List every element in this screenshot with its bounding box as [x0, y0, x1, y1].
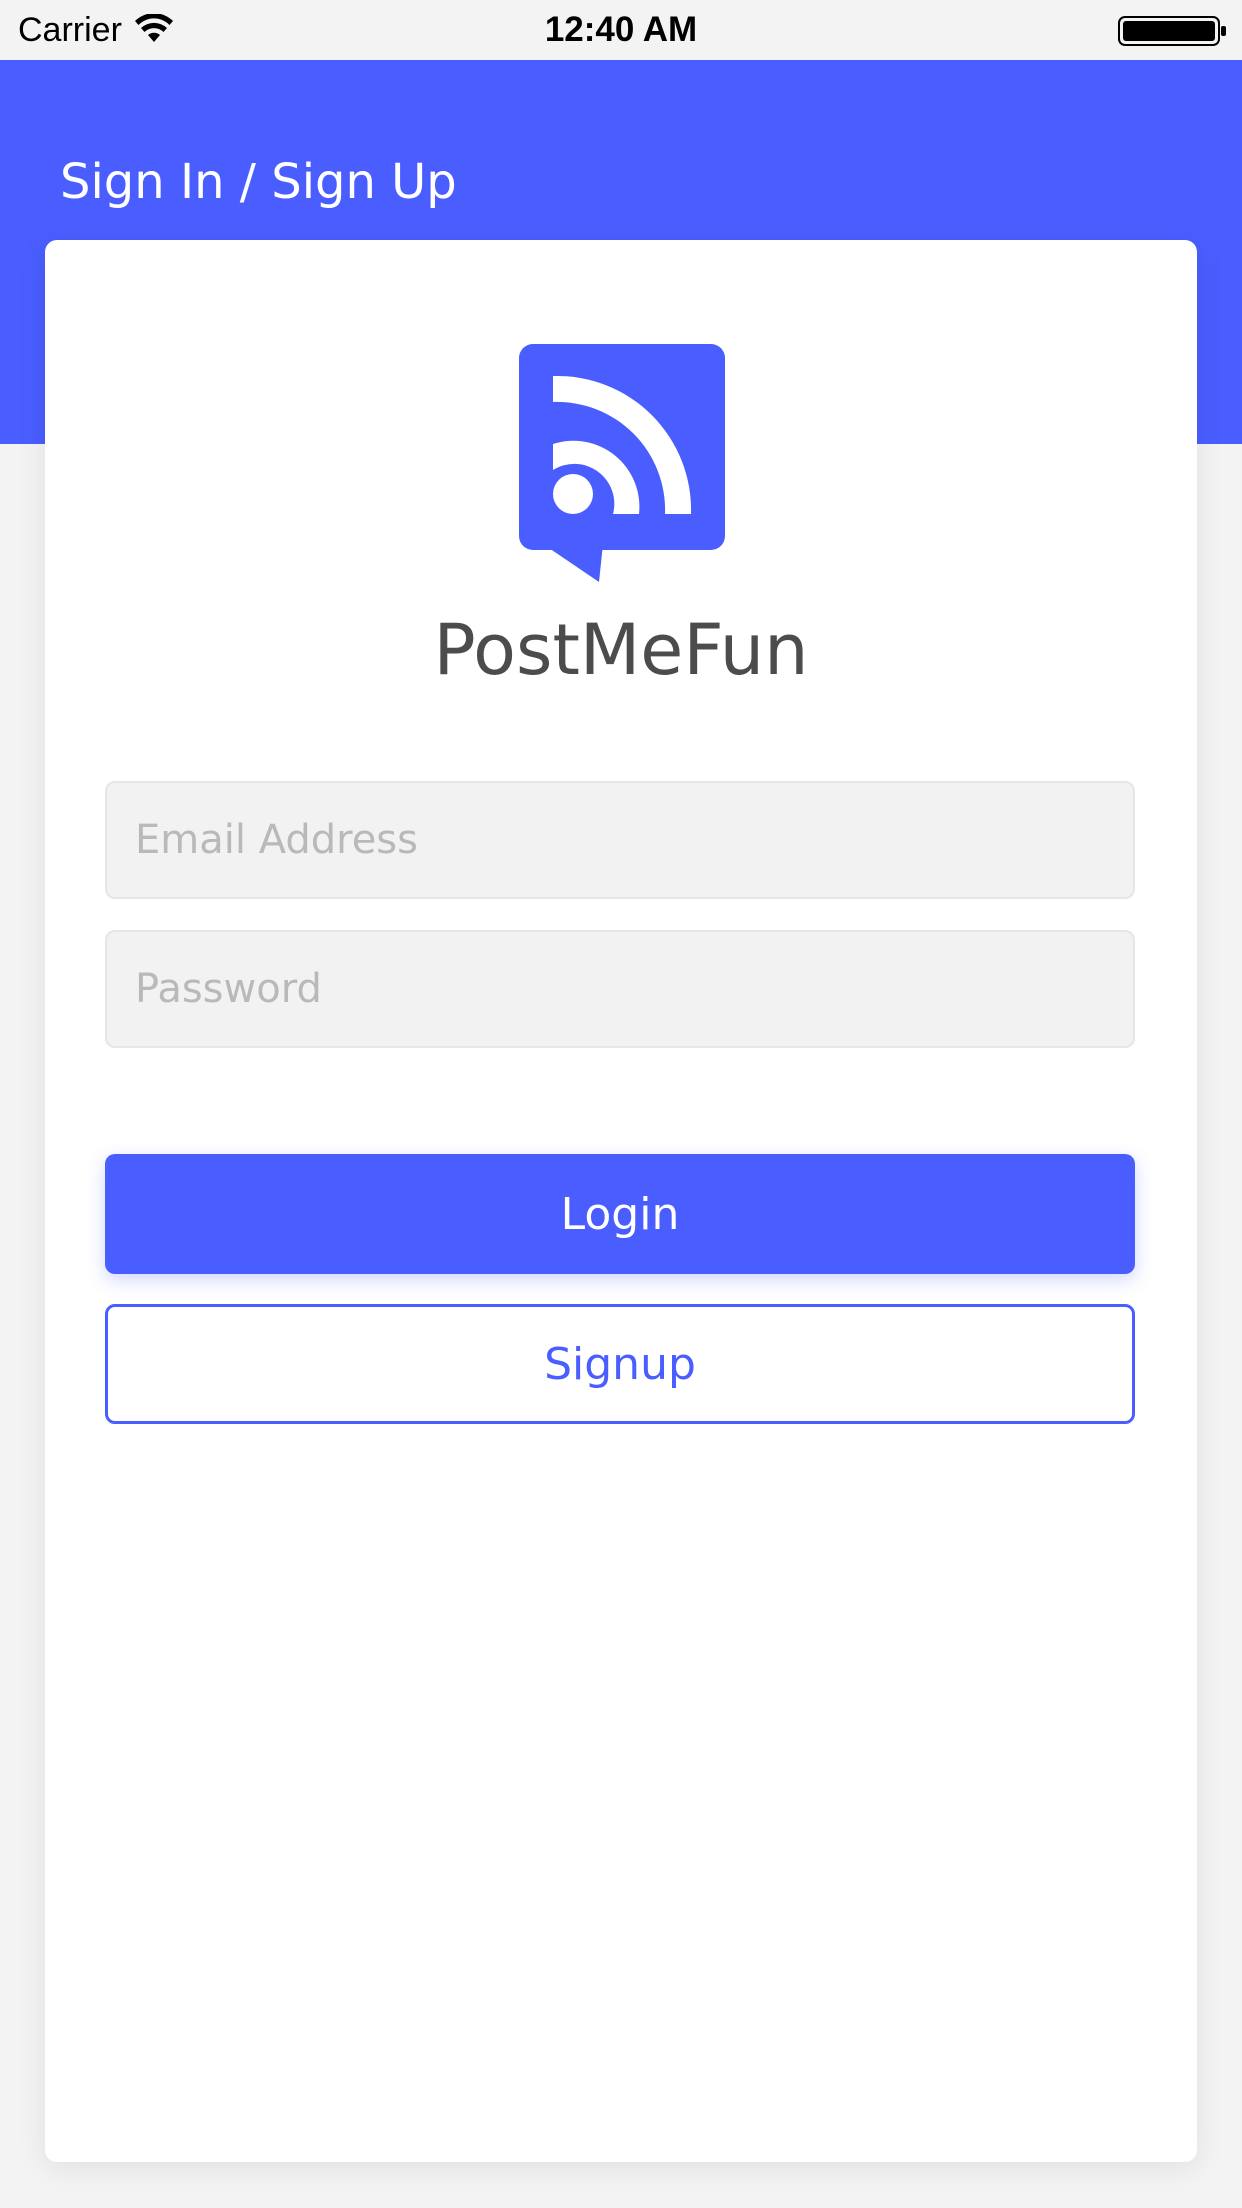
auth-card: PostMeFun Login Signup [45, 240, 1197, 2162]
login-button[interactable]: Login [105, 1154, 1135, 1274]
status-time: 12:40 AM [544, 10, 698, 49]
signup-button[interactable]: Signup [105, 1304, 1135, 1424]
page-title: Sign In / Sign Up [60, 154, 457, 210]
battery-icon [1118, 16, 1226, 46]
status-bar: Carrier 12:40 AM [0, 0, 1242, 60]
rss-feed-chat-bubble-icon [519, 344, 725, 582]
app-name: PostMeFun [433, 609, 809, 691]
password-field[interactable] [105, 930, 1135, 1048]
email-field[interactable] [105, 781, 1135, 899]
